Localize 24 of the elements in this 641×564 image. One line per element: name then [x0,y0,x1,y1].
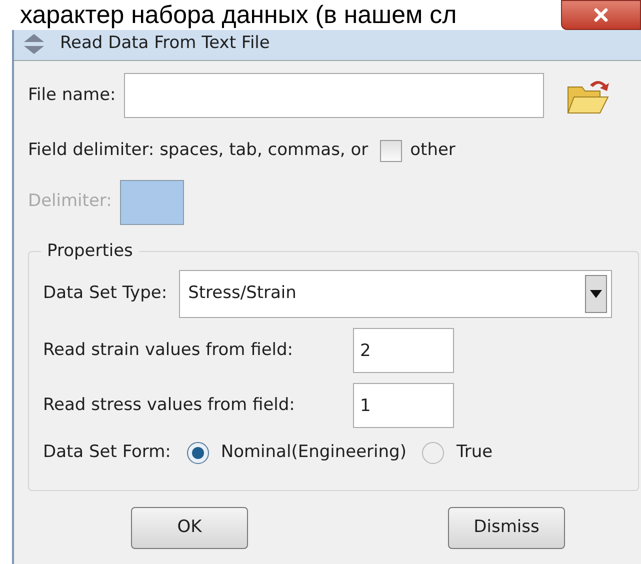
radio-button[interactable] [422,442,444,464]
field-label: Field delimiter: spaces, tab, commas, or [28,139,368,162]
field-label: Read strain values from field: [43,338,294,362]
checkbox[interactable] [380,140,402,162]
close-button[interactable] [561,0,641,30]
background-text: характер набора данных (в нашем сл [20,0,457,30]
dialog-button[interactable]: Dismiss [448,506,565,548]
number-field[interactable]: 2 [353,328,454,373]
dialog-button[interactable]: OK [131,506,248,548]
field-label: Read stress values from field: [43,394,296,417]
radio-button[interactable] [186,442,209,464]
field-label: File name: [28,84,116,107]
field-label: Delimiter: [28,190,112,214]
group-title: Properties [46,240,134,262]
file-name-field[interactable] [124,73,544,118]
caret-icon [585,275,607,313]
field-label: Data Set Type: [43,282,168,306]
radio-label: True [456,441,493,464]
checkbox-label: other [410,139,456,162]
window-title: Read Data From Text File [60,32,270,56]
number-field[interactable]: 1 [353,383,454,428]
data-set-type-dropdown[interactable]: Stress/Strain [179,270,612,318]
radio-label: Nominal(Engineering) [220,441,406,464]
field-label: Data Set Form: [43,441,171,464]
